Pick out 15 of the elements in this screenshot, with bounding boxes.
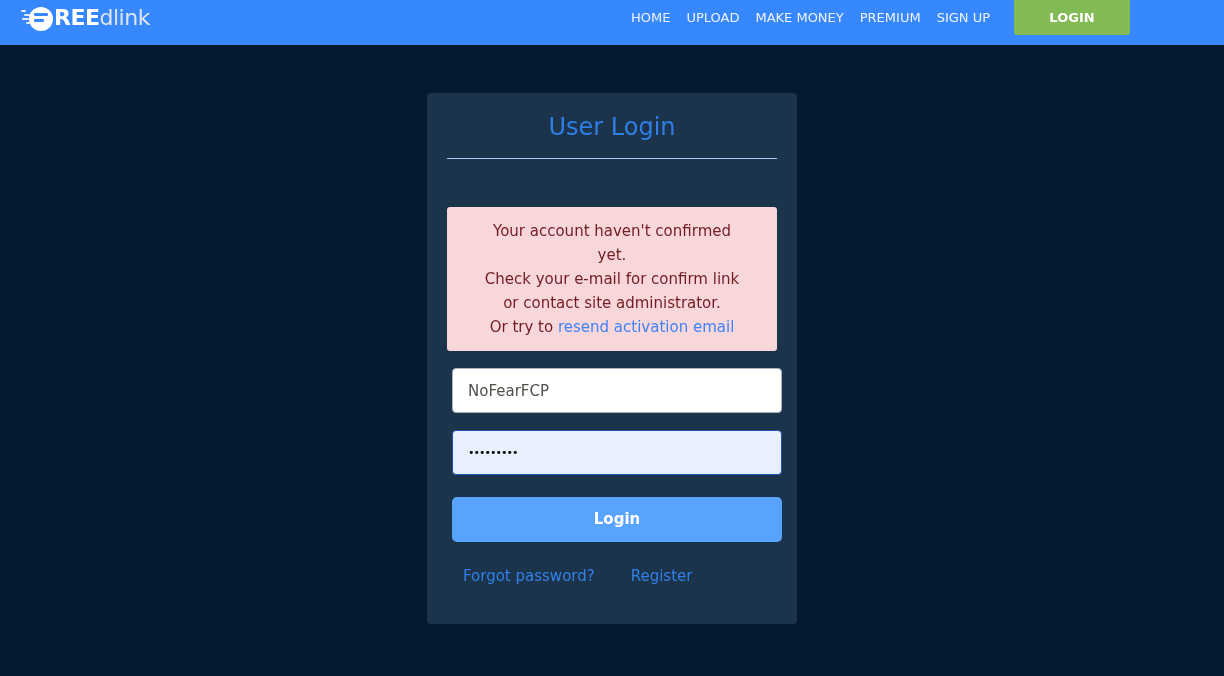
nav-link[interactable]: UPLOAD (686, 7, 740, 28)
logo-wordmark: REEdlink (54, 3, 150, 32)
card-title: User Login (547, 112, 677, 142)
password-field[interactable]: ••••••••• (452, 430, 782, 475)
text-link[interactable]: Register (630, 564, 693, 588)
text-link[interactable]: Forgot password? (463, 564, 595, 588)
nav-login-button[interactable]: LOGIN (1014, 0, 1130, 35)
nav-link[interactable]: SIGN UP (936, 7, 990, 28)
alert-message: Your account haven't confirmed yet. Check your e-mail for confirm link or contact site administrator. Or try to resend activation email (483, 221, 741, 338)
resend-activation-link[interactable]: resend activation email (557, 318, 735, 336)
username-field[interactable]: NoFearFCP (452, 368, 782, 413)
nav-link[interactable]: MAKE MONEY (755, 7, 844, 28)
login-submit-button[interactable]: Login (452, 497, 782, 542)
nav-link[interactable]: HOME (630, 7, 671, 28)
nav-link[interactable]: PREMIUM (859, 7, 921, 28)
